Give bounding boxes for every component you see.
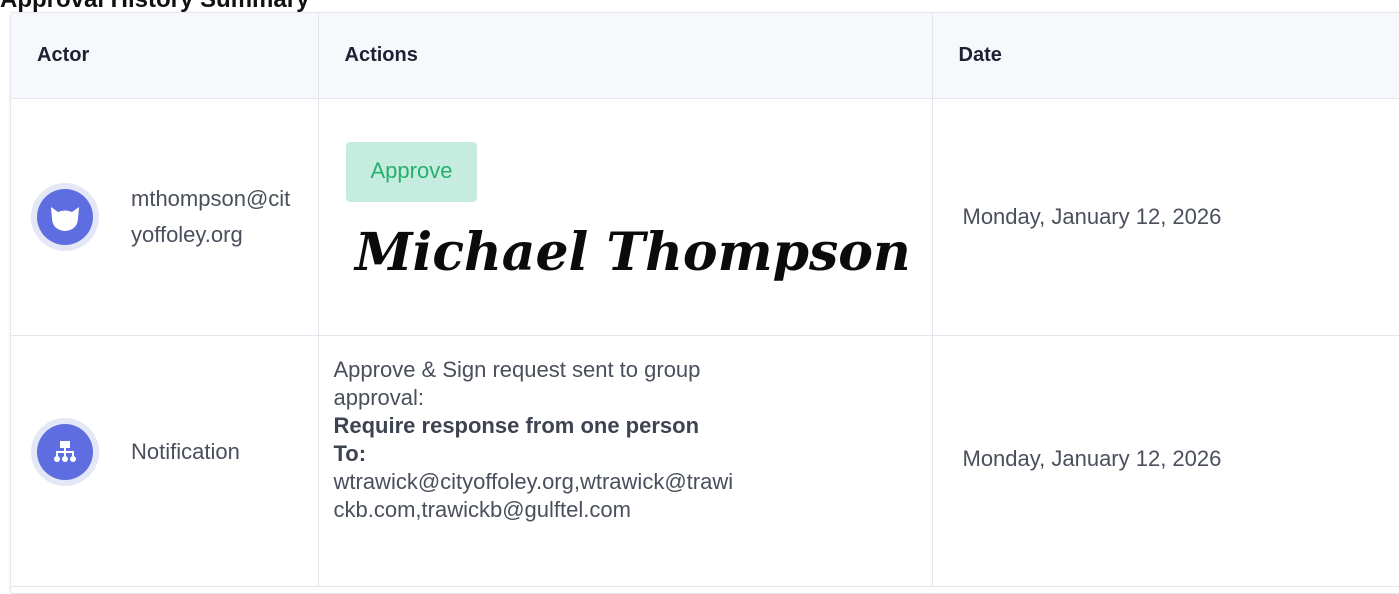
signature-image: Michael Thompson	[347, 212, 907, 292]
column-header-date: Date	[932, 13, 1399, 99]
actions-cell: Approve Michael Thompson	[318, 99, 932, 336]
actor-cell: mthompson@cityoffoley.org	[11, 99, 318, 336]
notification-message: Approve & Sign request sent to group app…	[334, 356, 734, 412]
column-header-actor: Actor	[11, 13, 318, 99]
table-row: mthompson@cityoffoley.org Approve Michae…	[11, 99, 1399, 336]
row-date: Monday, January 12, 2026	[933, 446, 1399, 472]
notification-policy: Require response from one person	[334, 413, 700, 438]
approval-history-table: Actor Actions Date	[10, 12, 1399, 594]
org-chart-icon	[31, 418, 99, 486]
date-cell: Monday, January 12, 2026	[932, 99, 1399, 336]
approve-status-badge: Approve	[346, 142, 478, 202]
fox-avatar-icon	[31, 183, 99, 251]
actor-cell: Notification	[11, 336, 318, 587]
table-header-row: Actor Actions Date	[11, 13, 1399, 99]
row-date: Monday, January 12, 2026	[933, 204, 1399, 230]
column-header-actions: Actions	[318, 13, 932, 99]
date-cell: Monday, January 12, 2026	[932, 336, 1399, 587]
actor-email: mthompson@cityoffoley.org	[131, 181, 291, 253]
actions-cell: Approve & Sign request sent to group app…	[318, 336, 932, 587]
actor-name: Notification	[131, 434, 291, 470]
recipients-list: wtrawick@cityoffoley.org,wtrawick@trawic…	[334, 468, 734, 524]
table-row: Notification Approve & Sign request sent…	[11, 336, 1399, 587]
recipients-label: To:	[334, 441, 367, 466]
svg-text:Michael Thompson: Michael Thompson	[353, 222, 907, 283]
